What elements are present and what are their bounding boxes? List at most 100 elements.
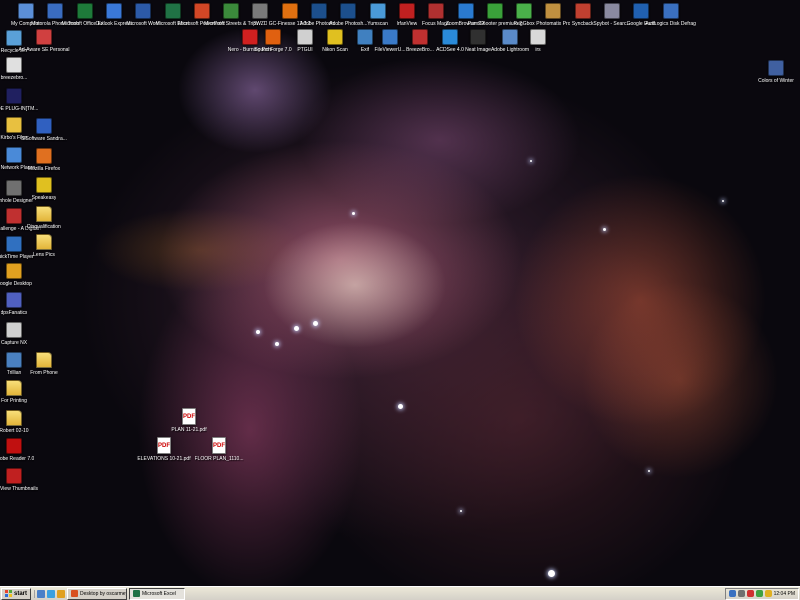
icon-label: Ad-Aware SE Personal [18, 47, 70, 53]
icon-sisoftware-sandra[interactable]: SiSoftware Sandra... [20, 118, 68, 142]
icon-label: SiSoftware Sandra... [21, 136, 67, 142]
icon-breezebro-left[interactable]: breezebro... [0, 57, 38, 81]
app-icon [530, 29, 546, 45]
pdf-file-icon: PDF [182, 408, 196, 425]
icon-label: SLIDE PLUG-IN[TM... [0, 106, 39, 112]
internet-explorer-icon[interactable] [47, 589, 56, 598]
system-tray: 12:04 PM [724, 587, 799, 600]
app-icon [662, 3, 679, 19]
icon-label: Capture NX [0, 340, 28, 346]
taskbar-button[interactable]: Microsoft Excel [129, 587, 186, 600]
app-icon [6, 292, 22, 308]
app-icon [36, 148, 52, 164]
task-app-icon [133, 590, 141, 597]
tray-update-icon[interactable] [764, 590, 772, 597]
outlook-icon[interactable] [57, 589, 66, 598]
tray-app-icon[interactable] [755, 590, 763, 597]
taskbar: start Desktop by oscarmeyer -... Microsof… [0, 586, 800, 600]
pdf-file-icon: PDF [212, 437, 226, 454]
star [548, 570, 555, 577]
quick-launch [34, 589, 66, 598]
app-icon [6, 88, 22, 104]
star [313, 321, 318, 326]
tray-volume-icon[interactable] [737, 590, 745, 597]
show-desktop-icon[interactable] [37, 589, 46, 598]
icon-label: breezebro... [0, 75, 28, 81]
app-icon [36, 118, 52, 134]
icon-irs[interactable]: irs [514, 29, 562, 53]
icon-label: PLAN 11-21.pdf [171, 427, 207, 433]
icon-adaware[interactable]: Ad-Aware SE Personal [18, 29, 70, 53]
icon-for-printing[interactable]: For Printing [0, 380, 38, 404]
icon-label: Disqualification [27, 224, 61, 230]
icon-auslogics-defrag[interactable]: AusLogics Disk Defrag [645, 3, 696, 27]
task-label: Desktop by oscarmeyer -... [80, 590, 126, 597]
icon-label: From Phone [30, 370, 58, 376]
folder-icon [36, 234, 52, 250]
pdf-plan[interactable]: PDF PLAN 11-21.pdf [165, 408, 213, 433]
icon-label: ELEVATIONS 10-21.pdf [137, 456, 191, 462]
icon-adobe-reader[interactable]: Adobe Reader 7.0 [0, 438, 38, 462]
windows-logo-icon [5, 590, 12, 597]
star [460, 510, 462, 512]
folder-icon [36, 206, 52, 222]
star [256, 330, 260, 334]
icon-label: irs [535, 47, 541, 53]
start-label: start [14, 590, 28, 597]
folder-icon [36, 352, 52, 368]
task-app-icon [71, 590, 79, 597]
icon-slide-plugin[interactable]: SLIDE PLUG-IN[TM... [0, 88, 38, 112]
app-icon [6, 322, 22, 338]
icon-label: Google Desktop [0, 281, 32, 287]
tray-security-icon[interactable] [746, 590, 754, 597]
taskbar-button[interactable]: Desktop by oscarmeyer -... [67, 587, 128, 600]
icon-label: Adobe Reader 7.0 [0, 456, 35, 462]
icon-label: Lens Pics [33, 252, 55, 258]
star [603, 228, 606, 231]
app-icon [36, 29, 52, 45]
icon-label: For Printing [1, 398, 27, 404]
icon-label: Colors of Winter [758, 78, 794, 84]
icon-label: Robert 02-10 [0, 428, 29, 434]
pdf-elevations[interactable]: PDF ELEVATIONS 10-21.pdf [137, 437, 191, 462]
icon-dpsfanatics[interactable]: dpsFanatics [0, 292, 38, 316]
app-icon [768, 60, 784, 76]
icon-label: FLOOR PLAN_1110... [194, 456, 244, 462]
icon-robert[interactable]: Robert 02-10 [0, 410, 38, 434]
icon-lens-pics[interactable]: Lens Pics [20, 234, 68, 258]
task-label: Microsoft Excel [142, 590, 176, 597]
star [275, 342, 279, 346]
icon-capture-nx[interactable]: Capture NX [0, 322, 38, 346]
star [530, 160, 532, 162]
pdf-floor-plan[interactable]: PDF FLOOR PLAN_1110... [194, 437, 244, 462]
star [722, 200, 724, 202]
icon-from-phone[interactable]: From Phone [20, 352, 68, 376]
icon-google-desktop[interactable]: Google Desktop [0, 263, 38, 287]
icon-label: dpsFanatics [0, 310, 28, 316]
star [398, 404, 403, 409]
app-icon [265, 29, 281, 45]
tray-network-icon[interactable] [728, 590, 736, 597]
icon-mozilla-firefox[interactable]: Mozilla Firefox [20, 148, 68, 172]
icon-label: AusLogics Disk Defrag [645, 21, 696, 27]
start-button[interactable]: start [1, 587, 32, 600]
star [648, 470, 650, 472]
app-icon [6, 438, 22, 454]
app-icon [470, 29, 486, 45]
folder-icon [6, 410, 22, 426]
icon-irfanview-thumbnails[interactable]: IrfanView Thumbnails [0, 468, 38, 492]
icon-disqualification[interactable]: Disqualification [20, 206, 68, 230]
app-icon [6, 57, 22, 73]
icon-colors-of-winter[interactable]: Colors of Winter [752, 60, 800, 84]
icon-label: Speakeasy [31, 195, 57, 201]
desktop-background: My Computer Motorola Phone Tools Microsoft… [0, 0, 800, 586]
icon-label: IrfanView Thumbnails [0, 486, 38, 492]
app-icon [6, 468, 22, 484]
folder-icon [6, 380, 22, 396]
clock[interactable]: 12:04 PM [774, 591, 795, 597]
icon-label: Mozilla Firefox [27, 166, 61, 172]
app-icon [36, 177, 52, 193]
pdf-file-icon: PDF [157, 437, 171, 454]
icon-speakeasy[interactable]: Speakeasy [20, 177, 68, 201]
star [352, 212, 355, 215]
